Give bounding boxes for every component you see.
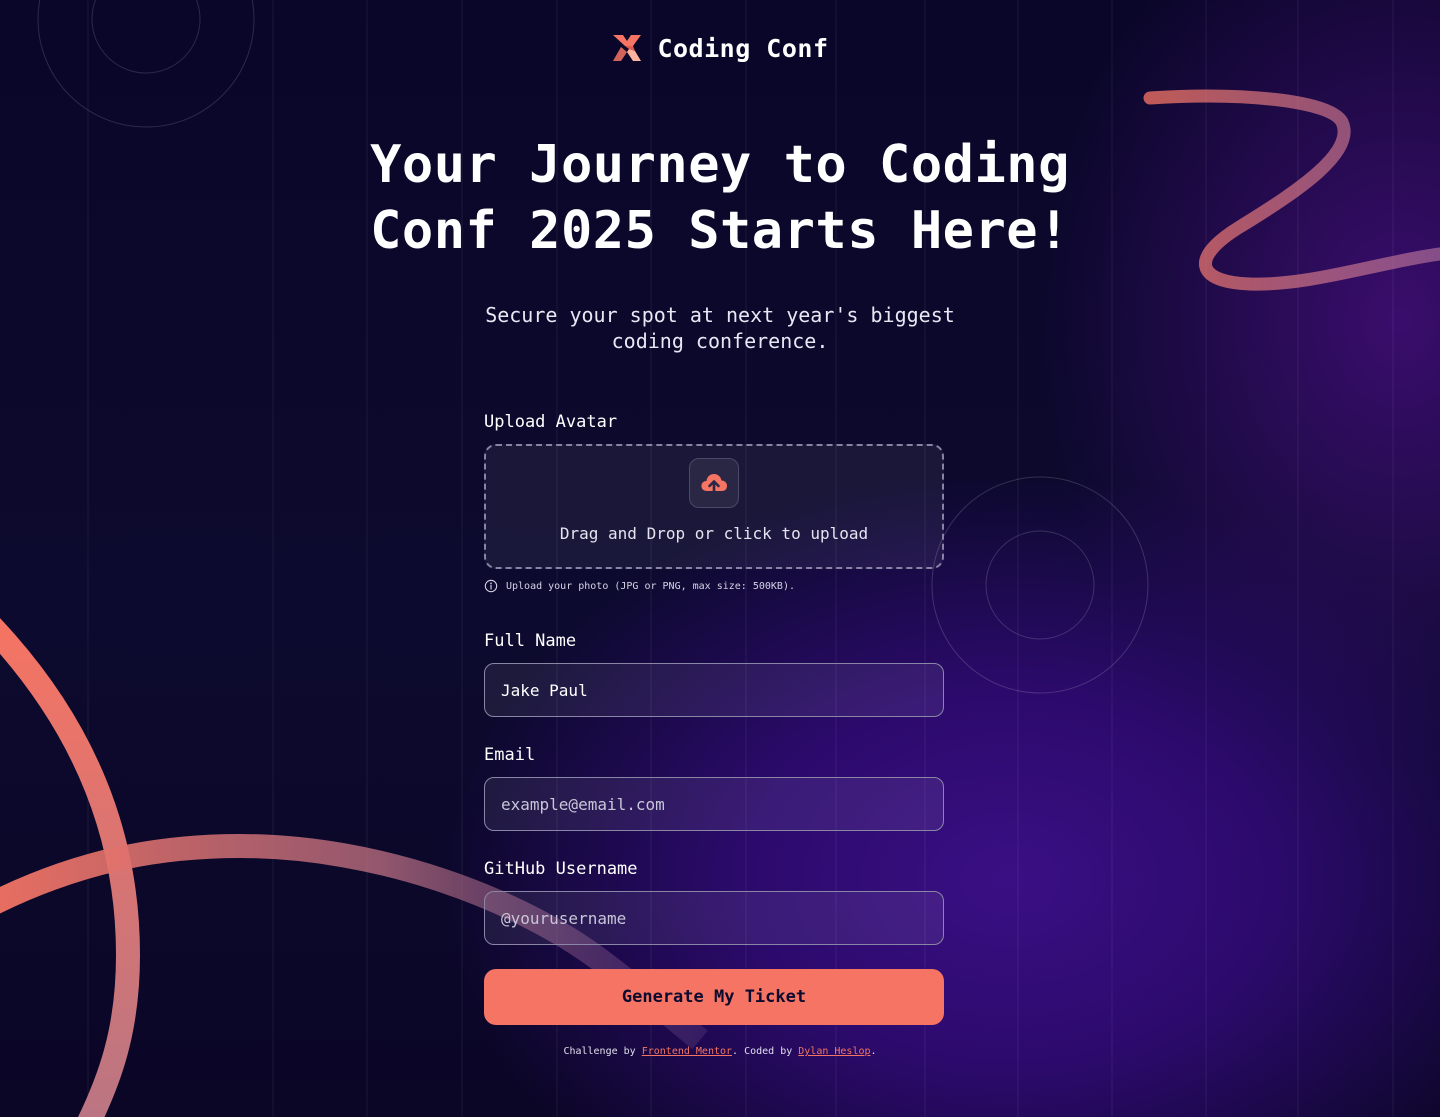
avatar-dropzone[interactable]: Drag and Drop or click to upload (484, 444, 944, 569)
upload-cloud-icon (701, 474, 727, 495)
page: Coding Conf Your Journey to Coding Conf … (0, 0, 1440, 1117)
avatar-hint-text: Upload your photo (JPG or PNG, max size:… (506, 580, 795, 592)
full-name-input[interactable] (484, 663, 944, 717)
author-link[interactable]: Dylan Heslop (798, 1046, 870, 1057)
full-name-label: Full Name (484, 631, 577, 651)
github-field: GitHub Username (484, 857, 944, 945)
avatar-field: Upload Avatar Drag and Drop or click to … (484, 410, 944, 593)
footer-suffix: . (870, 1046, 877, 1057)
avatar-hint: Upload your photo (JPG or PNG, max size:… (484, 579, 944, 593)
brand-name: Coding Conf (657, 33, 829, 63)
generate-ticket-button[interactable]: Generate My Ticket (484, 969, 944, 1025)
avatar-label: Upload Avatar (484, 412, 618, 432)
email-field: Email (484, 743, 944, 831)
coded-prefix: . Coded by (732, 1046, 799, 1057)
dropzone-text: Drag and Drop or click to upload (559, 524, 869, 543)
challenge-prefix: Challenge by (563, 1046, 642, 1057)
info-icon (484, 579, 498, 593)
attribution-footer: Challenge by Frontend Mentor. Coded by D… (0, 1046, 1440, 1057)
coding-conf-logo-icon (613, 35, 642, 61)
frontend-mentor-link[interactable]: Frontend Mentor (642, 1046, 732, 1057)
page-subtitle: Secure your spot at next year's biggest … (485, 303, 955, 353)
email-input[interactable] (484, 777, 944, 831)
github-label: GitHub Username (484, 859, 638, 879)
full-name-field: Full Name (484, 629, 944, 717)
upload-icon-container (689, 458, 739, 508)
ticket-form: Upload Avatar Drag and Drop or click to … (484, 410, 944, 1025)
brand-header: Coding Conf (0, 32, 1440, 64)
github-username-input[interactable] (484, 891, 944, 945)
page-title: Your Journey to Coding Conf 2025 Starts … (370, 135, 1070, 261)
email-label: Email (484, 745, 536, 765)
